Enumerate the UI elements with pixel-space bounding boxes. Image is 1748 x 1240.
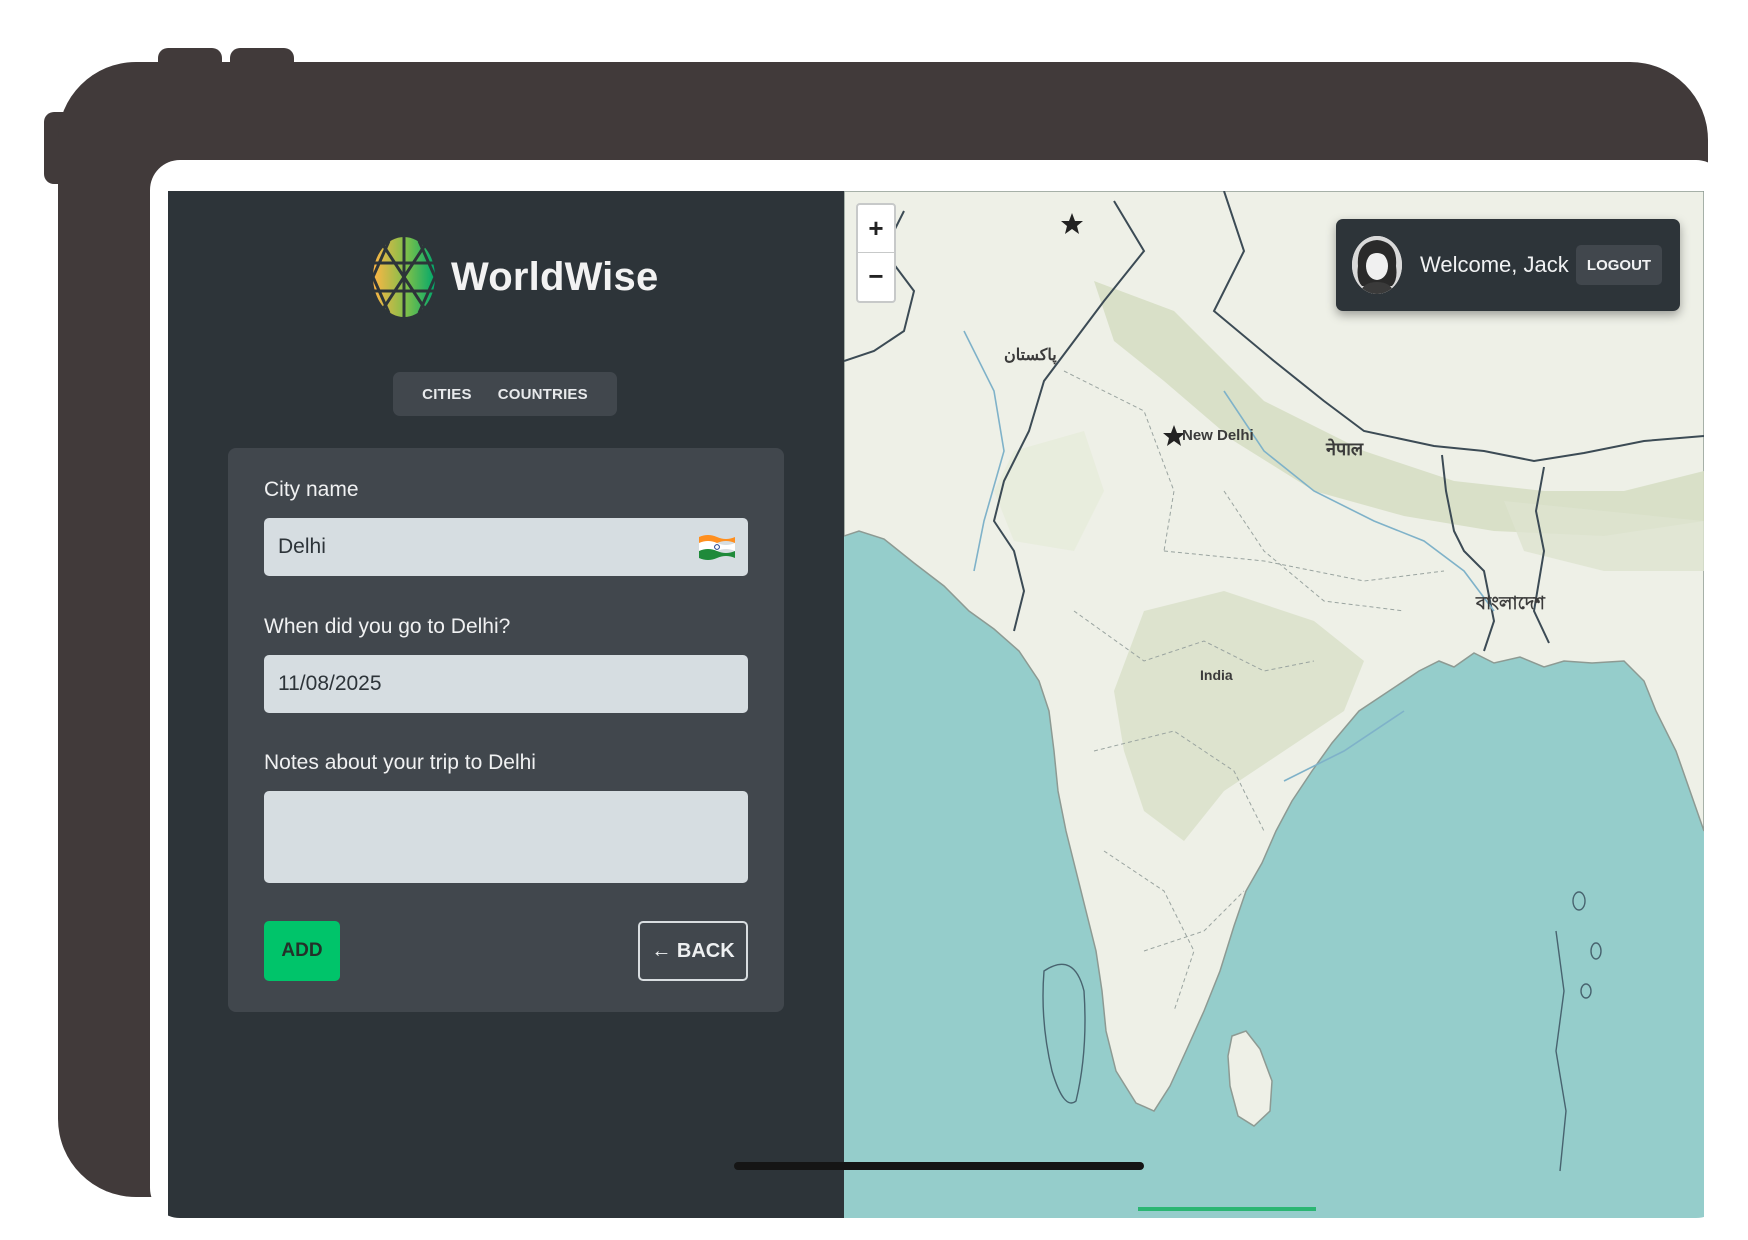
city-name-label: City name [264,478,359,501]
tab-cities[interactable]: CITIES [422,386,472,403]
add-city-form: City name Delhi When did you go to Delhi… [228,448,784,1012]
zoom-in-button[interactable]: + [858,205,894,252]
avatar [1352,236,1402,294]
city-name-value: Delhi [278,535,326,558]
sidebar: WorldWise CITIES COUNTRIES City name Del… [168,191,844,1218]
map-label-pakistan: پاکستان [1004,347,1057,364]
map[interactable]: پاکستان New Delhi नेपाल বাংলাদেশ India +… [844,191,1704,1218]
date-input[interactable]: 11/08/2025 [264,655,748,713]
app-logo[interactable]: WorldWise [371,235,658,319]
home-indicator[interactable] [734,1162,1144,1170]
logout-button[interactable]: LOGOUT [1576,245,1662,285]
city-name-input[interactable]: Delhi [264,518,748,576]
map-label-bangladesh: বাংলাদেশ [1476,593,1545,613]
add-button[interactable]: ADD [264,921,340,981]
logo-globe-icon [371,237,437,317]
map-label-nepal: नेपाल [1326,439,1364,459]
zoom-control: + − [856,203,896,303]
tablet-screen: WorldWise CITIES COUNTRIES City name Del… [150,160,1726,1218]
tab-countries[interactable]: COUNTRIES [498,386,588,403]
notes-textarea[interactable] [264,791,748,883]
welcome-text: Welcome, Jack [1420,252,1569,277]
app-name: WorldWise [451,254,659,299]
date-value: 11/08/2025 [278,672,382,695]
tab-bar: CITIES COUNTRIES [393,372,617,416]
back-button[interactable]: ← BACK [638,921,748,981]
sri-lanka [1227,1030,1273,1127]
map-label-india: India [1200,667,1233,683]
zoom-out-button[interactable]: − [858,252,894,300]
map-label-new-delhi: New Delhi [1182,427,1254,444]
user-avatar-icon [1352,236,1402,294]
map-tiles [844,191,1704,1211]
tablet-frame: WorldWise CITIES COUNTRIES City name Del… [58,62,1726,1218]
user-panel: Welcome, Jack LOGOUT [1336,219,1680,311]
notes-label: Notes about your trip to Delhi [264,751,536,774]
date-label: When did you go to Delhi? [264,615,511,638]
india-flag-icon [699,535,735,560]
